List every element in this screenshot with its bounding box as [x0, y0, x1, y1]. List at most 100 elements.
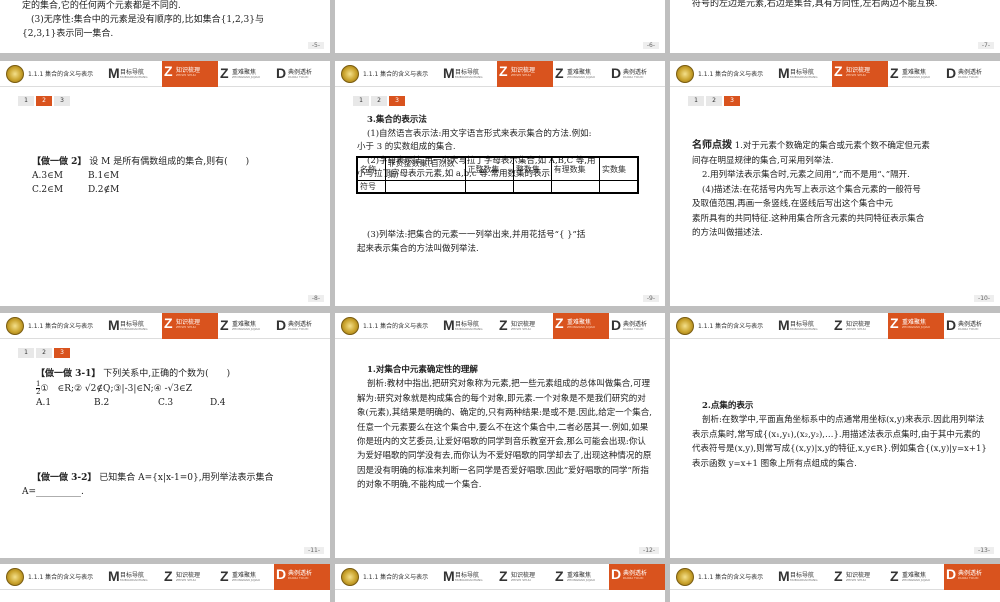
nav-goal[interactable]: M 目标导航 MUBIAODAOHANG [106, 315, 162, 337]
section-title: 1.1.1 集合的含义与表示 [28, 71, 94, 78]
nav-examples[interactable]: D 典例透析 DIANLI TOUXI [609, 315, 665, 337]
nav-examples[interactable]: D 典例透析 DIANLI TOUXI [274, 564, 330, 590]
section-title: 1.1.1 集合的含义与表示 [28, 574, 94, 581]
exercise-3-1: 【做一做 3-1】 下列关系中,正确的个数为( ) 12① ∈R;② √2∉Q;… [36, 369, 231, 408]
page-tabs: 1 2 3 [353, 96, 405, 106]
tab-1[interactable]: 1 [688, 96, 704, 106]
slide-header: 1.1.1 集合的含义与表示 M 目标导航 MUBIAODAOHANG Z 知识梳理 Z… [335, 313, 665, 339]
slide-16: 1.1.1 集合的含义与表示 M 目标导航 MUBIAODAOHANG Z 知识梳理 Z… [670, 564, 1000, 602]
number-set-table: 名称 非负整数集(自然数集) 正整数集 整数集 有理数集 实数集 符号 [356, 156, 639, 194]
tip-text: 名师点拨 1.对于元素个数确定的集合或元素个数不确定但元素 间存在明显规律的集合… [692, 140, 930, 238]
nav-focus[interactable]: Z 重难聚焦 ZHONGNAN JUJIAO [888, 566, 944, 588]
slide-10: 1.1.1 集合的含义与表示 M 目标导航 MUBIAODAOHANG Z 知识梳理 Z… [670, 61, 1000, 306]
nav-goal[interactable]: M 目标导航 MUBIAODAOHANG [441, 315, 497, 337]
point-set-text: 2.点集的表示 剖析:在数学中,平面直角坐标系中的点通常用坐标(x,y)来表示.… [692, 401, 987, 469]
table-cell [464, 180, 514, 194]
determinacy-text: 1.对集合中元素确定性的理解 剖析:教材中指出,把研究对象称为元素,把一些元素组… [357, 365, 653, 491]
page-number: -6- [642, 42, 659, 49]
table-cell: 实数集 [598, 156, 639, 181]
nav-focus[interactable]: Z 重难聚焦 ZHONGNAN JUJIAO [888, 63, 944, 85]
page-number: -5- [307, 42, 324, 49]
nav-knowledge[interactable]: Z 知识梳理 ZHISHI SHULI [162, 566, 218, 588]
table-cell: 正整数集 [464, 156, 514, 181]
nav-focus[interactable]: Z 重难聚焦 ZHONGNAN JUJIAO [553, 63, 609, 85]
slide-header: 1.1.1 集合的含义与表示 M 目标导航 MUBIAODAOHANG Z 知识梳理 Z… [0, 61, 330, 87]
page-number: -12- [639, 547, 659, 554]
tab-3[interactable]: 3 [54, 96, 70, 106]
nav-knowledge[interactable]: Z 知识梳理 ZHISHI SHULI [497, 566, 553, 588]
tab-3[interactable]: 3 [389, 96, 405, 106]
slide-9: 1.1.1 集合的含义与表示 M 目标导航 MUBIAODAOHANG Z 知识梳理 Z… [335, 61, 665, 306]
slide-7: 符号的左边是元素,右边是集合,具有方向性,左右两边不能互换. -7- [670, 0, 1000, 53]
tab-2[interactable]: 2 [371, 96, 387, 106]
nav-focus[interactable]: Z 重难聚焦 ZHONGNAN JUJIAO [218, 315, 274, 337]
table-cell: 名称 [356, 156, 386, 181]
nav-examples[interactable]: D 典例透析 DIANLI TOUXI [274, 63, 330, 85]
section-title: 1.1.1 集合的含义与表示 [363, 574, 429, 581]
tab-2[interactable]: 2 [36, 96, 52, 106]
nav-knowledge[interactable]: Z 知识梳理 ZHISHI SHULI [832, 566, 888, 588]
page-number: -13- [974, 547, 994, 554]
page-number: -7- [977, 42, 994, 49]
section-title: 1.1.1 集合的含义与表示 [698, 574, 764, 581]
slide-header: 1.1.1 集合的含义与表示 M 目标导航 MUBIAODAOHANG Z 知识梳理 Z… [0, 564, 330, 590]
nav-goal[interactable]: M 目标导航 MUBIAODAOHANG [776, 315, 832, 337]
nav-goal[interactable]: M 目标导航 MUBIAODAOHANG [106, 566, 162, 588]
slide-8: 1.1.1 集合的含义与表示 M 目标导航 MUBIAODAOHANG Z 知识梳理 Z… [0, 61, 330, 306]
nav-focus[interactable]: Z 重难聚焦 ZHONGNAN JUJIAO [218, 566, 274, 588]
table-cell: 非负整数集(自然数集) [384, 156, 466, 181]
nav-examples[interactable]: D 典例透析 DIANLI TOUXI [609, 564, 665, 590]
nav-examples[interactable]: D 典例透析 DIANLI TOUXI [944, 564, 1000, 590]
slide-12: 1.1.1 集合的含义与表示 M 目标导航 MUBIAODAOHANG Z 知识梳理 Z… [335, 313, 665, 558]
nav-knowledge[interactable]: Z 知识梳理 ZHISHI SHULI [162, 61, 218, 87]
nav-knowledge[interactable]: Z 知识梳理 ZHISHI SHULI [162, 313, 218, 339]
table-cell [512, 180, 552, 194]
section-title: 1.1.1 集合的含义与表示 [28, 323, 94, 330]
nav-goal[interactable]: M 目标导航 MUBIAODAOHANG [441, 566, 497, 588]
nav-examples[interactable]: D 典例透析 DIANLI TOUXI [274, 315, 330, 337]
school-logo-icon [341, 568, 359, 586]
nav-goal[interactable]: M 目标导航 MUBIAODAOHANG [106, 63, 162, 85]
nav-knowledge[interactable]: Z 知识梳理 ZHISHI SHULI [832, 61, 888, 87]
nav-knowledge[interactable]: Z 知识梳理 ZHISHI SHULI [497, 61, 553, 87]
nav-examples[interactable]: D 典例透析 DIANLI TOUXI [944, 315, 1000, 337]
nav-knowledge[interactable]: Z 知识梳理 ZHISHI SHULI [497, 315, 553, 337]
slide-5: 定的集合,它的任何两个元素都是不同的. (3)无序性:集合中的元素是没有顺序的,… [0, 0, 330, 53]
page-number: -10- [974, 295, 994, 302]
page-tabs: 1 2 3 [688, 96, 740, 106]
tab-2[interactable]: 2 [36, 348, 52, 358]
page-number: -9- [642, 295, 659, 302]
exercise-3-2: 【做一做 3-2】 已知集合 A={x|x-1=0},用列举法表示集合 A=__… [22, 473, 274, 497]
tab-1[interactable]: 1 [353, 96, 369, 106]
nav-focus[interactable]: Z 重难聚焦 ZHONGNAN JUJIAO [218, 63, 274, 85]
tab-3[interactable]: 3 [54, 348, 70, 358]
nav-examples[interactable]: D 典例透析 DIANLI TOUXI [944, 63, 1000, 85]
table-cell [550, 180, 600, 194]
tab-1[interactable]: 1 [18, 96, 34, 106]
table-row: 符号 [356, 180, 639, 194]
school-logo-icon [6, 568, 24, 586]
nav-goal[interactable]: M 目标导航 MUBIAODAOHANG [441, 63, 497, 85]
slide-text: 定的集合,它的任何两个元素都是不同的. (3)无序性:集合中的元素是没有顺序的,… [22, 1, 264, 39]
enumeration-text: (3)列举法:把集合的元素一一列举出来,并用花括号“{ }”括 起来表示集合的方… [357, 230, 586, 254]
slide-15: 1.1.1 集合的含义与表示 M 目标导航 MUBIAODAOHANG Z 知识梳理 Z… [335, 564, 665, 602]
school-logo-icon [676, 317, 694, 335]
slide-header: 1.1.1 集合的含义与表示 M 目标导航 MUBIAODAOHANG Z 知识梳理 Z… [670, 313, 1000, 339]
nav-focus[interactable]: Z 重难聚焦 ZHONGNAN JUJIAO [553, 566, 609, 588]
nav-goal[interactable]: M 目标导航 MUBIAODAOHANG [776, 63, 832, 85]
section-title: 1.1.1 集合的含义与表示 [363, 71, 429, 78]
nav-focus[interactable]: Z 重难聚焦 ZHONGNAN JUJIAO [888, 313, 944, 339]
nav-examples[interactable]: D 典例透析 DIANLI TOUXI [609, 63, 665, 85]
nav-knowledge[interactable]: Z 知识梳理 ZHISHI SHULI [832, 315, 888, 337]
table-cell [384, 180, 466, 194]
slide-13: 1.1.1 集合的含义与表示 M 目标导航 MUBIAODAOHANG Z 知识梳理 Z… [670, 313, 1000, 558]
tab-1[interactable]: 1 [18, 348, 34, 358]
page-tabs: 1 2 3 [18, 96, 70, 106]
school-logo-icon [341, 317, 359, 335]
tab-2[interactable]: 2 [706, 96, 722, 106]
nav-focus[interactable]: Z 重难聚焦 ZHONGNAN JUJIAO [553, 313, 609, 339]
table-cell: 符号 [356, 180, 386, 194]
tab-3[interactable]: 3 [724, 96, 740, 106]
slide-header: 1.1.1 集合的含义与表示 M 目标导航 MUBIAODAOHANG Z 知识梳理 Z… [670, 564, 1000, 590]
nav-goal[interactable]: M 目标导航 MUBIAODAOHANG [776, 566, 832, 588]
